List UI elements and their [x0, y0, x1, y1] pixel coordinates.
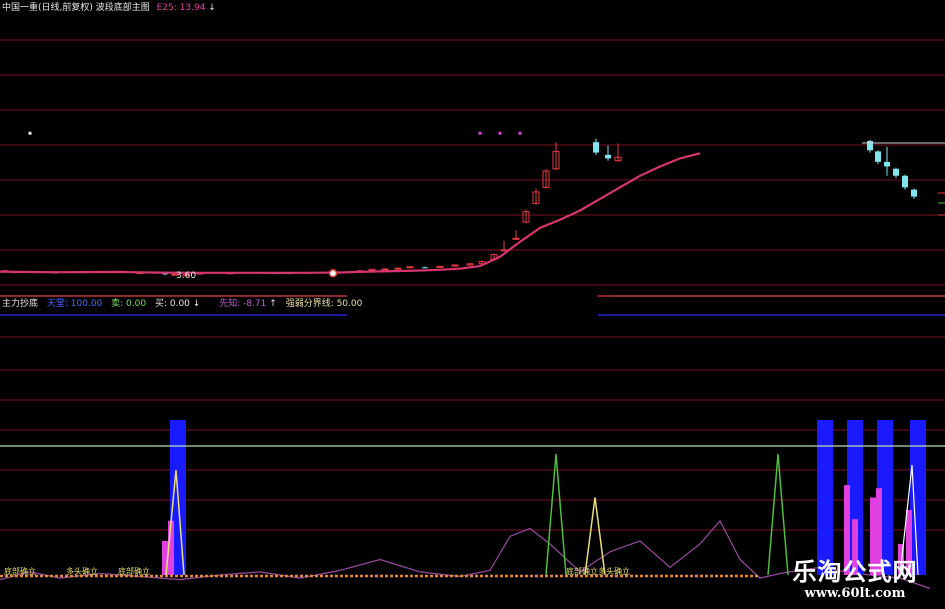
lower-header: 主力抄底 天堂: 100.00 卖: 0.00 买: 0.00 ↓ 先知: -8…	[2, 299, 362, 310]
candle-body	[381, 268, 389, 271]
candle-body	[394, 267, 402, 270]
buy-value: 买: 0.00	[154, 299, 190, 309]
tiantang-value: 天堂: 100.00	[46, 299, 103, 309]
watermark-title: 乐淘公式网	[792, 557, 918, 586]
candle-body	[875, 151, 881, 162]
top-marker	[518, 131, 522, 135]
price-panel[interactable]	[0, 131, 945, 278]
candle-body	[593, 142, 599, 153]
upper-header: 中国一重(日线,前复权) 波段底部主图 E25: 13.94 ↓	[2, 3, 216, 14]
candle-body	[902, 175, 908, 188]
buy-spike	[584, 497, 606, 576]
signal-label: 多头确立	[66, 567, 98, 576]
signal-label: 底部确立	[118, 567, 150, 576]
signal-label: 底部确立	[4, 567, 36, 576]
arrow-down-icon: ↓	[192, 299, 201, 309]
top-marker	[28, 131, 32, 135]
watermark-url: www.60lt.com	[804, 586, 906, 601]
candle-body	[884, 161, 890, 167]
candle-body	[893, 168, 899, 176]
threshold-value: 强弱分界线: 50.00	[285, 299, 363, 309]
candle-body	[911, 189, 917, 197]
chart-title: 中国一重(日线,前复权) 波段底部主图	[2, 3, 150, 13]
top-marker	[498, 131, 502, 135]
ema-label: E25: 13.94	[156, 3, 206, 13]
candle-body	[605, 154, 611, 159]
grid-lines	[0, 39, 945, 531]
indicator-name: 主力抄底	[2, 299, 39, 309]
arrow-up-icon: ↑	[269, 299, 277, 309]
candle-body	[422, 267, 428, 269]
ema-arrow: ↓	[208, 3, 216, 13]
sell-value: 卖: 0.00	[111, 299, 147, 309]
signal-label: 底部确立	[566, 567, 598, 576]
signal-label: 多头确立	[598, 567, 630, 576]
candle-body	[512, 237, 520, 240]
top-marker	[478, 131, 482, 135]
candle-body	[500, 249, 508, 252]
ema-line	[0, 152, 701, 275]
xianzhi-value: 先知: -8.71	[219, 299, 267, 309]
candle-body	[867, 141, 873, 151]
price-low-label: 3.60	[176, 271, 197, 281]
bottom-marker	[328, 269, 338, 278]
